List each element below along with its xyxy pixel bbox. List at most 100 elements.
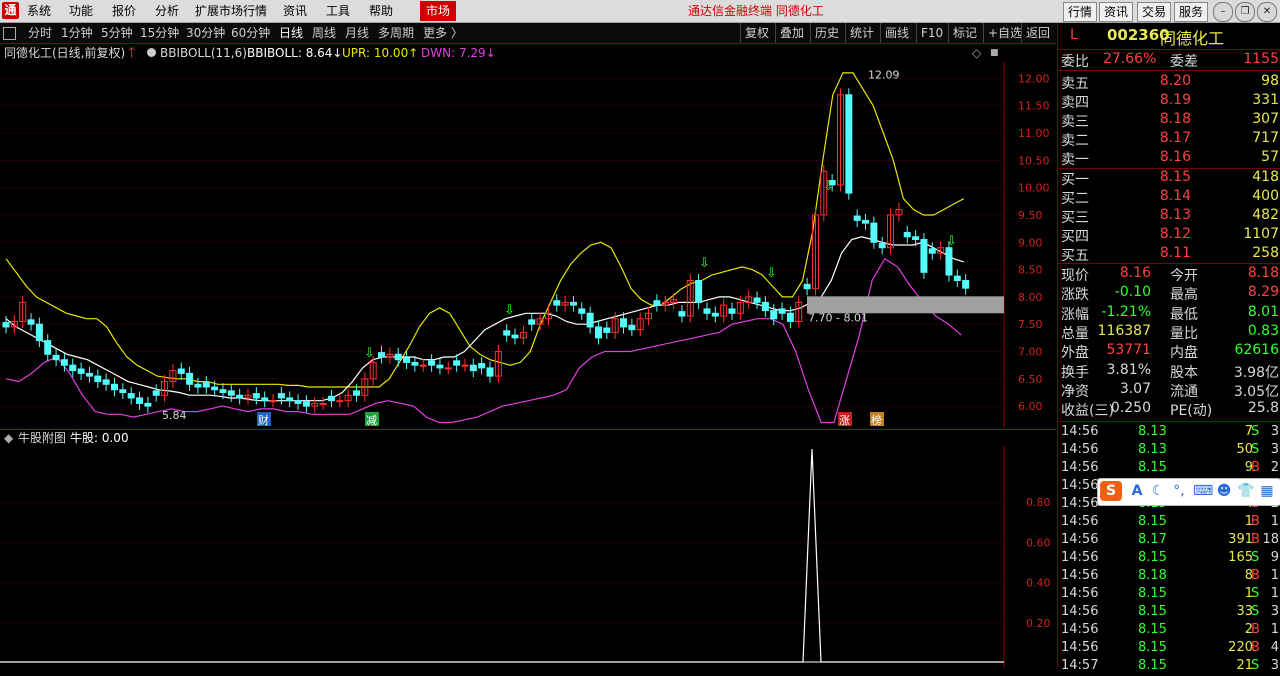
bid-row: 买三 8.13 482	[1061, 207, 1279, 226]
period-30min[interactable]: 30分钟	[186, 23, 225, 43]
period-15min[interactable]: 15分钟	[140, 23, 179, 43]
tool-drawing[interactable]: 画线	[880, 23, 913, 43]
keyboard-icon[interactable]: ⌨	[1193, 482, 1213, 500]
candle-body	[753, 297, 761, 303]
close-icon[interactable]: ✕	[1257, 2, 1277, 22]
ime-toolbar[interactable]: S A ☾ °, ⌨ ☻ 👕 ▦	[1097, 478, 1280, 506]
indicator-dot-icon[interactable]	[147, 48, 156, 57]
toolbox-icon[interactable]: ▦	[1258, 482, 1276, 500]
up-arrow-icon: 🡑	[128, 45, 136, 61]
menu-item-extended-market[interactable]: 扩展市场行情	[195, 0, 267, 22]
candle-body	[194, 383, 202, 388]
moon-icon[interactable]: ☾	[1149, 482, 1167, 500]
candle-body	[678, 311, 686, 317]
niugu-line	[0, 448, 1004, 663]
candle-body	[586, 312, 594, 328]
ask-row: 卖四 8.19 331	[1061, 92, 1279, 111]
tool-statistics[interactable]: 统计	[845, 23, 878, 43]
menu-item-quote[interactable]: 报价	[112, 0, 136, 22]
quote-panel: L 002360 同德化工 委比 27.66% 委差 1155 卖五 8.20 98…	[1057, 23, 1280, 673]
kline-chart[interactable]: 6.00 6.50 7.00 7.50 8.00 8.50 9.00 9.50 10.00 10.…	[0, 62, 1056, 428]
candle-body	[352, 390, 360, 396]
diamond-icon[interactable]: ◇	[972, 44, 981, 62]
period-1min[interactable]: 1分钟	[61, 23, 93, 43]
candle-body	[603, 327, 611, 333]
top-button-trade[interactable]: 交易	[1137, 2, 1172, 22]
sub-chart[interactable]: 0.20 0.40 0.60 0.80	[0, 446, 1056, 667]
range-label: 7.70 - 8.01	[808, 312, 868, 325]
y-tick-label: 7.00	[1018, 346, 1043, 359]
period-more[interactable]: 更多 〉	[423, 23, 463, 43]
skin-icon[interactable]: 👕	[1237, 482, 1255, 500]
menu-item-help[interactable]: 帮助	[369, 0, 393, 22]
sub-indicator-value: 牛股: 0.00	[70, 431, 129, 445]
y-tick-label: 7.50	[1018, 318, 1043, 331]
top-button-service[interactable]: 服务	[1174, 2, 1209, 22]
indicator-name[interactable]: BBIBOLL(11,6)	[160, 44, 247, 62]
candle-body	[862, 219, 870, 224]
candle-body	[378, 352, 386, 358]
candle-body	[478, 363, 486, 369]
top-button-news[interactable]: 资讯	[1099, 2, 1134, 22]
candle-body	[69, 364, 77, 372]
tool-overlay[interactable]: 叠加	[775, 23, 808, 43]
period-monthly[interactable]: 月线	[345, 23, 369, 43]
candle-body	[277, 393, 285, 399]
market-button[interactable]: 市场	[420, 1, 457, 21]
trade-row: 14:56 8.13 7 S 3	[1061, 424, 1279, 439]
candle-body	[319, 402, 327, 405]
punctuation-icon[interactable]: °,	[1170, 482, 1188, 500]
stat-row: 换手 3.81% 股本 3.98亿	[1061, 361, 1279, 381]
trade-row: 14:56 8.15 2 B 1	[1061, 622, 1279, 637]
tool-adjust[interactable]: 复权	[740, 23, 773, 43]
restore-icon[interactable]: ❐	[1235, 2, 1255, 22]
period-5min[interactable]: 5分钟	[101, 23, 133, 43]
candle-body	[770, 310, 778, 320]
period-toolbar: 分时 1分钟 5分钟 15分钟 30分钟 60分钟 日线 周线 月线 多周期 更…	[0, 23, 1056, 44]
menu-item-function[interactable]: 功能	[69, 0, 93, 22]
candle-body	[419, 364, 427, 367]
low-label: 5.84	[162, 409, 187, 422]
sub-indicator-name[interactable]: 牛股附图	[18, 429, 66, 447]
tool-f10[interactable]: F10	[916, 23, 947, 43]
period-daily[interactable]: 日线	[279, 23, 303, 43]
candle-body	[486, 367, 494, 377]
period-60min[interactable]: 60分钟	[231, 23, 270, 43]
candle-body	[110, 383, 118, 391]
menu-item-tools[interactable]: 工具	[326, 0, 350, 22]
period-multi[interactable]: 多周期	[378, 23, 414, 43]
tool-history[interactable]: 历史	[810, 23, 843, 43]
candle-body	[236, 394, 244, 399]
candle-body	[411, 361, 419, 366]
tool-back[interactable]: 返回	[1021, 23, 1054, 43]
sub-tick-label: 0.60	[1026, 536, 1051, 549]
candle-body	[136, 397, 144, 404]
minimize-icon[interactable]: –	[1213, 2, 1233, 22]
upr-line	[5, 72, 965, 388]
signal-arrow-icon: ⇩	[504, 303, 515, 318]
candle-body	[945, 247, 953, 276]
bbiboll-value: BBIBOLL: 8.64↓	[247, 46, 343, 60]
menu-item-analysis[interactable]: 分析	[155, 0, 179, 22]
menu-item-news[interactable]: 资讯	[283, 0, 307, 22]
close-panel-icon[interactable]: ■	[990, 44, 999, 62]
y-tick-label: 12.00	[1018, 72, 1050, 85]
sogou-logo-icon[interactable]: S	[1100, 481, 1122, 501]
panel-toggle-icon[interactable]	[3, 27, 16, 40]
period-weekly[interactable]: 周线	[312, 23, 336, 43]
tool-add-watchlist[interactable]: +自选	[983, 23, 1026, 43]
tool-mark[interactable]: 标记	[948, 23, 981, 43]
period-minute-chart[interactable]: 分时	[28, 23, 52, 43]
sub-panel-icon[interactable]: ◆	[4, 429, 13, 447]
candle-body	[620, 318, 628, 328]
candle-body	[436, 364, 444, 369]
quote-header: L 002360 同德化工	[1058, 23, 1280, 50]
candle-body	[85, 372, 93, 377]
top-button-quote[interactable]: 行情	[1063, 2, 1098, 22]
candle-body	[119, 389, 127, 393]
english-mode-icon[interactable]: A	[1128, 482, 1146, 500]
menu-item-system[interactable]: 系统	[27, 0, 51, 22]
level-badge: L	[1070, 27, 1078, 43]
candle-body	[428, 360, 436, 366]
user-icon[interactable]: ☻	[1215, 482, 1233, 500]
